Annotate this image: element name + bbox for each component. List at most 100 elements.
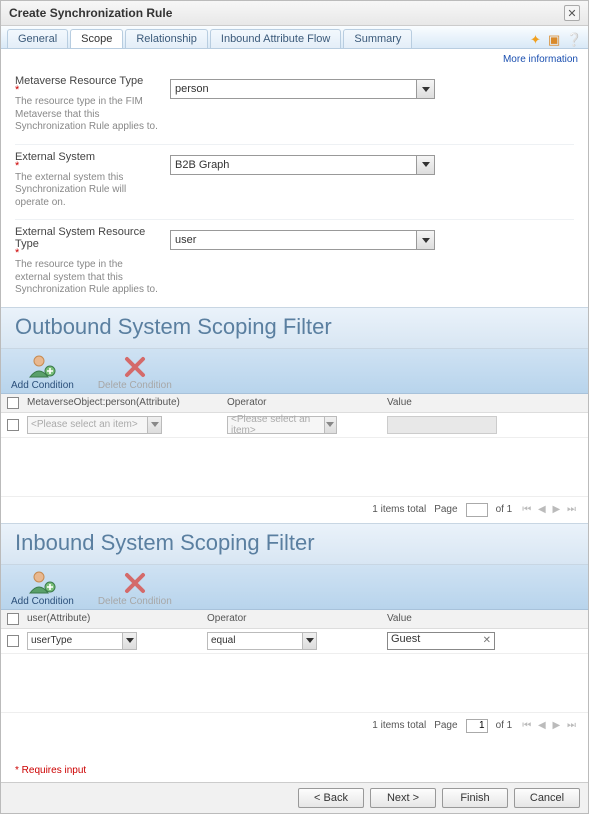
col-operator: Operator <box>227 397 387 409</box>
items-total: 1 items total <box>372 504 426 515</box>
page-input[interactable] <box>466 719 488 733</box>
back-button[interactable]: < Back <box>298 788 364 808</box>
operator-select[interactable]: equal <box>207 632 317 650</box>
external-resource-type-select[interactable]: user <box>170 230 435 250</box>
external-system-select[interactable]: B2B Graph <box>170 155 435 175</box>
select-all-checkbox[interactable] <box>7 397 19 409</box>
attribute-select[interactable]: <Please select an item> <box>27 416 162 434</box>
inbound-pager: 1 items total Page of 1 ⏮ ◀ ▶ ⏭ <box>1 712 588 739</box>
tab-relationship[interactable]: Relationship <box>125 29 208 48</box>
col-attribute: user(Attribute) <box>27 613 207 625</box>
field-external-system: External System * The external system th… <box>15 144 574 220</box>
pager-nav: ⏮ ◀ ▶ ⏭ <box>520 720 578 731</box>
next-page-icon[interactable]: ▶ <box>551 504 563 515</box>
spacer <box>1 739 588 759</box>
delete-condition-button[interactable]: Delete Condition <box>98 569 172 607</box>
tab-inbound-attribute-flow[interactable]: Inbound Attribute Flow <box>210 29 341 48</box>
star-icon[interactable]: ✦ <box>530 32 544 46</box>
inbound-grid-header: user(Attribute) Operator Value <box>1 610 588 629</box>
action-label: Delete Condition <box>98 596 172 607</box>
placeholder: <Please select an item> <box>31 419 138 430</box>
select-value: user <box>175 234 196 246</box>
select-all-checkbox[interactable] <box>7 613 19 625</box>
first-page-icon[interactable]: ⏮ <box>520 504 533 515</box>
delete-condition-button[interactable]: Delete Condition <box>98 353 172 391</box>
items-total: 1 items total <box>372 720 426 731</box>
close-icon[interactable]: ✕ <box>564 5 580 21</box>
last-page-icon[interactable]: ⏭ <box>565 504 578 515</box>
field-label: External System <box>15 151 160 163</box>
more-info-link[interactable]: More information <box>503 54 578 65</box>
operator-select[interactable]: <Please select an item> <box>227 416 337 434</box>
tab-general[interactable]: General <box>7 29 68 48</box>
required-marker: * <box>15 250 160 256</box>
dialog-title: Create Synchronization Rule <box>9 6 172 20</box>
select-value: B2B Graph <box>175 159 229 171</box>
help-icon[interactable]: ❔ <box>566 32 580 46</box>
next-page-icon[interactable]: ▶ <box>551 720 563 731</box>
chevron-down-icon <box>302 633 316 649</box>
col-operator: Operator <box>207 613 387 625</box>
next-button[interactable]: Next > <box>370 788 436 808</box>
tab-scope[interactable]: Scope <box>70 29 123 48</box>
row-checkbox[interactable] <box>7 419 19 431</box>
action-label: Add Condition <box>11 380 74 391</box>
delete-icon <box>119 353 151 379</box>
tab-summary[interactable]: Summary <box>343 29 412 48</box>
select-value: equal <box>211 635 235 646</box>
clear-icon[interactable]: ✕ <box>483 635 491 646</box>
outbound-section-header: Outbound System Scoping Filter <box>1 307 588 349</box>
col-attribute: MetaverseObject:person(Attribute) <box>27 397 227 409</box>
page-label: Page <box>434 720 457 731</box>
outbound-action-strip: Add Condition Delete Condition <box>1 349 588 394</box>
fields-area: Metaverse Resource Type * The resource t… <box>1 65 588 307</box>
outbound-grid-header: MetaverseObject:person(Attribute) Operat… <box>1 394 588 413</box>
metaverse-resource-type-select[interactable]: person <box>170 79 435 99</box>
field-label: Metaverse Resource Type <box>15 75 160 87</box>
inbound-grid-row: userType equal Guest ✕ <box>1 629 588 654</box>
prev-page-icon[interactable]: ◀ <box>536 720 548 731</box>
tab-bar: General Scope Relationship Inbound Attri… <box>1 26 588 49</box>
required-marker: * <box>15 87 160 93</box>
col-value: Value <box>387 613 582 625</box>
attribute-select[interactable]: userType <box>27 632 137 650</box>
delete-icon <box>119 569 151 595</box>
select-value: person <box>175 83 209 95</box>
add-condition-button[interactable]: Add Condition <box>11 353 74 391</box>
field-description: The external system this Synchronization… <box>15 172 160 210</box>
inbound-section-header: Inbound System Scoping Filter <box>1 523 588 565</box>
last-page-icon[interactable]: ⏭ <box>565 720 578 731</box>
page-label: Page <box>434 504 457 515</box>
field-description: The resource type in the external system… <box>15 259 160 297</box>
tabbar-icons: ✦ ▣ ❔ <box>530 32 582 46</box>
spacer <box>1 438 588 496</box>
value-input[interactable] <box>387 416 497 434</box>
input-value: Guest <box>391 633 420 645</box>
more-info-row: More information <box>1 49 588 65</box>
select-value: userType <box>31 635 72 646</box>
field-description: The resource type in the FIM Metaverse t… <box>15 96 160 134</box>
chevron-down-icon <box>416 156 434 174</box>
cancel-button[interactable]: Cancel <box>514 788 580 808</box>
value-input[interactable]: Guest ✕ <box>387 632 495 650</box>
outbound-grid-row: <Please select an item> <Please select a… <box>1 413 588 438</box>
section-title: Outbound System Scoping Filter <box>15 314 574 340</box>
dialog-root: Create Synchronization Rule ✕ General Sc… <box>0 0 589 814</box>
package-icon[interactable]: ▣ <box>548 32 562 46</box>
first-page-icon[interactable]: ⏮ <box>520 720 533 731</box>
chevron-down-icon <box>147 417 161 433</box>
spacer <box>1 654 588 712</box>
user-add-icon <box>26 353 58 379</box>
outbound-pager: 1 items total Page of 1 ⏮ ◀ ▶ ⏭ <box>1 496 588 523</box>
prev-page-icon[interactable]: ◀ <box>536 504 548 515</box>
row-checkbox[interactable] <box>7 635 19 647</box>
field-label: External System Resource Type <box>15 226 160 250</box>
finish-button[interactable]: Finish <box>442 788 508 808</box>
add-condition-button[interactable]: Add Condition <box>11 569 74 607</box>
title-bar: Create Synchronization Rule ✕ <box>1 1 588 26</box>
requires-input-note: * Requires input <box>1 759 588 782</box>
placeholder: <Please select an item> <box>231 414 324 436</box>
col-value: Value <box>387 397 582 409</box>
page-input[interactable] <box>466 503 488 517</box>
section-title: Inbound System Scoping Filter <box>15 530 574 556</box>
